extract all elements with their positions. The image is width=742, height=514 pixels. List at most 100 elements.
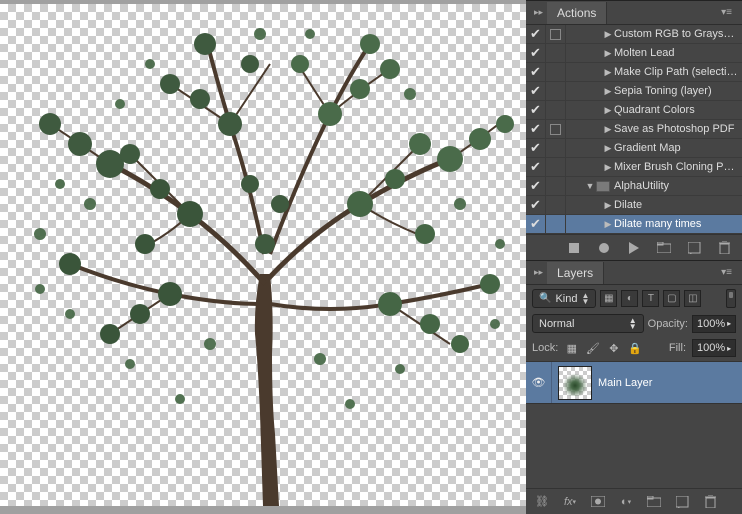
folder-icon <box>596 181 610 192</box>
action-name: Make Clip Path (selection) <box>614 66 742 78</box>
expander-right-icon[interactable]: ▶ <box>602 124 614 135</box>
filter-smart-icon[interactable]: ◫ <box>684 290 701 307</box>
action-enabled-check[interactable]: ✔ <box>526 101 546 119</box>
action-dialog-toggle[interactable] <box>546 196 566 214</box>
expander-right-icon[interactable]: ▶ <box>602 67 614 78</box>
new-folder-icon[interactable] <box>656 240 672 256</box>
lock-label: Lock: <box>532 342 558 354</box>
action-name: Dilate many times <box>614 218 742 230</box>
lock-transparency-icon[interactable]: ▦ <box>564 341 579 356</box>
action-row[interactable]: ✔ ▶Make Clip Path (selection) <box>526 63 742 82</box>
action-name: Gradient Map <box>614 142 742 154</box>
action-name: Molten Lead <box>614 47 742 59</box>
action-enabled-check[interactable]: ✔ <box>526 196 546 214</box>
actions-footer <box>526 234 742 260</box>
blend-mode-value: Normal <box>539 318 574 330</box>
action-enabled-check[interactable]: ✔ <box>526 177 546 195</box>
visibility-eye-icon[interactable]: 👁 <box>526 362 552 403</box>
fill-field[interactable]: 100% ▸ <box>692 339 736 357</box>
action-row[interactable]: ✔▶Quadrant Colors <box>526 101 742 120</box>
action-enabled-check[interactable]: ✔ <box>526 139 546 157</box>
action-row[interactable]: ✔▶Dilate <box>526 196 742 215</box>
action-row[interactable]: ✔ ▶Gradient Map <box>526 139 742 158</box>
action-enabled-check[interactable]: ✔ <box>526 215 546 233</box>
action-dialog-toggle[interactable] <box>546 63 566 81</box>
action-name: Sepia Toning (layer) <box>614 85 742 97</box>
tree-image <box>0 4 526 506</box>
expander-down-icon[interactable]: ▼ <box>584 181 596 191</box>
adjustment-layer-icon[interactable]: ◐▾ <box>618 494 634 510</box>
panel-menu-icon[interactable]: ▾≡ <box>715 5 738 20</box>
panel-menu-icon[interactable]: ▾≡ <box>715 265 738 280</box>
link-layers-icon[interactable]: ⛓ <box>534 494 550 510</box>
action-enabled-check[interactable]: ✔ <box>526 44 546 62</box>
lock-position-icon[interactable]: ✥ <box>606 341 621 356</box>
play-icon[interactable] <box>626 240 642 256</box>
actions-tab[interactable]: Actions <box>547 2 607 24</box>
document-canvas[interactable] <box>0 4 526 506</box>
trash-icon[interactable] <box>716 240 732 256</box>
action-enabled-check[interactable]: ✔ <box>526 158 546 176</box>
layers-tab[interactable]: Layers <box>547 262 604 284</box>
action-enabled-check[interactable]: ✔ <box>526 120 546 138</box>
layer-style-icon[interactable]: fx▾ <box>562 494 578 510</box>
actions-list[interactable]: ✔▶Custom RGB to Grayscale✔▶Molten Lead✔▶… <box>526 25 742 234</box>
layer-thumbnail[interactable] <box>558 366 592 400</box>
new-layer-icon[interactable] <box>674 494 690 510</box>
actions-panel-header: ▸▸ Actions ▾≡ <box>526 1 742 25</box>
action-enabled-check[interactable]: ✔ <box>526 82 546 100</box>
record-icon[interactable] <box>596 240 612 256</box>
action-dialog-toggle[interactable] <box>546 44 566 62</box>
action-dialog-toggle[interactable] <box>546 120 566 138</box>
action-row[interactable]: ✔▶Custom RGB to Grayscale <box>526 25 742 44</box>
action-dialog-toggle[interactable] <box>546 177 566 195</box>
filter-pixel-icon[interactable]: ▦ <box>600 290 617 307</box>
action-row[interactable]: ✔▶Mixer Brush Cloning Pai… <box>526 158 742 177</box>
expander-right-icon[interactable]: ▶ <box>602 200 614 211</box>
new-group-icon[interactable] <box>646 494 662 510</box>
lock-all-icon[interactable]: 🔒 <box>627 341 642 356</box>
opacity-field[interactable]: 100% ▸ <box>692 315 736 333</box>
fill-value: 100% <box>697 342 725 354</box>
action-dialog-toggle[interactable] <box>546 215 566 233</box>
layer-mask-icon[interactable] <box>590 494 606 510</box>
layer-list[interactable]: 👁 Main Layer <box>526 361 742 404</box>
layer-filter-kind[interactable]: 🔍 Kind ▲▼ <box>532 289 596 308</box>
collapse-icon[interactable]: ▸▸ <box>530 5 547 20</box>
expander-right-icon[interactable]: ▶ <box>602 105 614 116</box>
filter-shape-icon[interactable]: ▢ <box>663 290 680 307</box>
filter-adjustment-icon[interactable]: ◐ <box>621 290 638 307</box>
blend-mode-select[interactable]: Normal ▲▼ <box>532 314 644 333</box>
filter-toggle[interactable] <box>726 289 736 308</box>
action-dialog-toggle[interactable] <box>546 82 566 100</box>
stop-icon[interactable] <box>566 240 582 256</box>
action-name: Save as Photoshop PDF <box>614 123 742 135</box>
action-row[interactable]: ✔ ▶Dilate many times <box>526 215 742 234</box>
expander-right-icon[interactable]: ▶ <box>602 143 614 154</box>
lock-pixels-icon[interactable]: 🖌 <box>585 341 600 356</box>
action-enabled-check[interactable]: ✔ <box>526 25 546 43</box>
expander-right-icon[interactable]: ▶ <box>602 219 614 230</box>
action-row[interactable]: ✔ ▶Sepia Toning (layer) <box>526 82 742 101</box>
expander-right-icon[interactable]: ▶ <box>602 86 614 97</box>
action-dialog-toggle[interactable] <box>546 25 566 43</box>
action-dialog-toggle[interactable] <box>546 101 566 119</box>
layer-name[interactable]: Main Layer <box>598 377 652 389</box>
layer-row[interactable]: 👁 Main Layer <box>526 362 742 404</box>
action-dialog-toggle[interactable] <box>546 158 566 176</box>
action-enabled-check[interactable]: ✔ <box>526 63 546 81</box>
expander-right-icon[interactable]: ▶ <box>602 162 614 173</box>
expander-right-icon[interactable]: ▶ <box>602 48 614 59</box>
actions-panel: ▸▸ Actions ▾≡ ✔▶Custom RGB to Grayscale✔… <box>526 0 742 260</box>
canvas-area[interactable] <box>0 0 526 514</box>
filter-type-icon[interactable]: T <box>642 290 659 307</box>
action-row[interactable]: ✔ ▶Save as Photoshop PDF <box>526 120 742 139</box>
delete-layer-icon[interactable] <box>702 494 718 510</box>
opacity-value: 100% <box>697 318 725 330</box>
new-action-icon[interactable] <box>686 240 702 256</box>
expander-right-icon[interactable]: ▶ <box>602 29 614 40</box>
action-dialog-toggle[interactable] <box>546 139 566 157</box>
action-row[interactable]: ✔▼AlphaUtility <box>526 177 742 196</box>
action-row[interactable]: ✔ ▶Molten Lead <box>526 44 742 63</box>
collapse-icon[interactable]: ▸▸ <box>530 265 547 280</box>
